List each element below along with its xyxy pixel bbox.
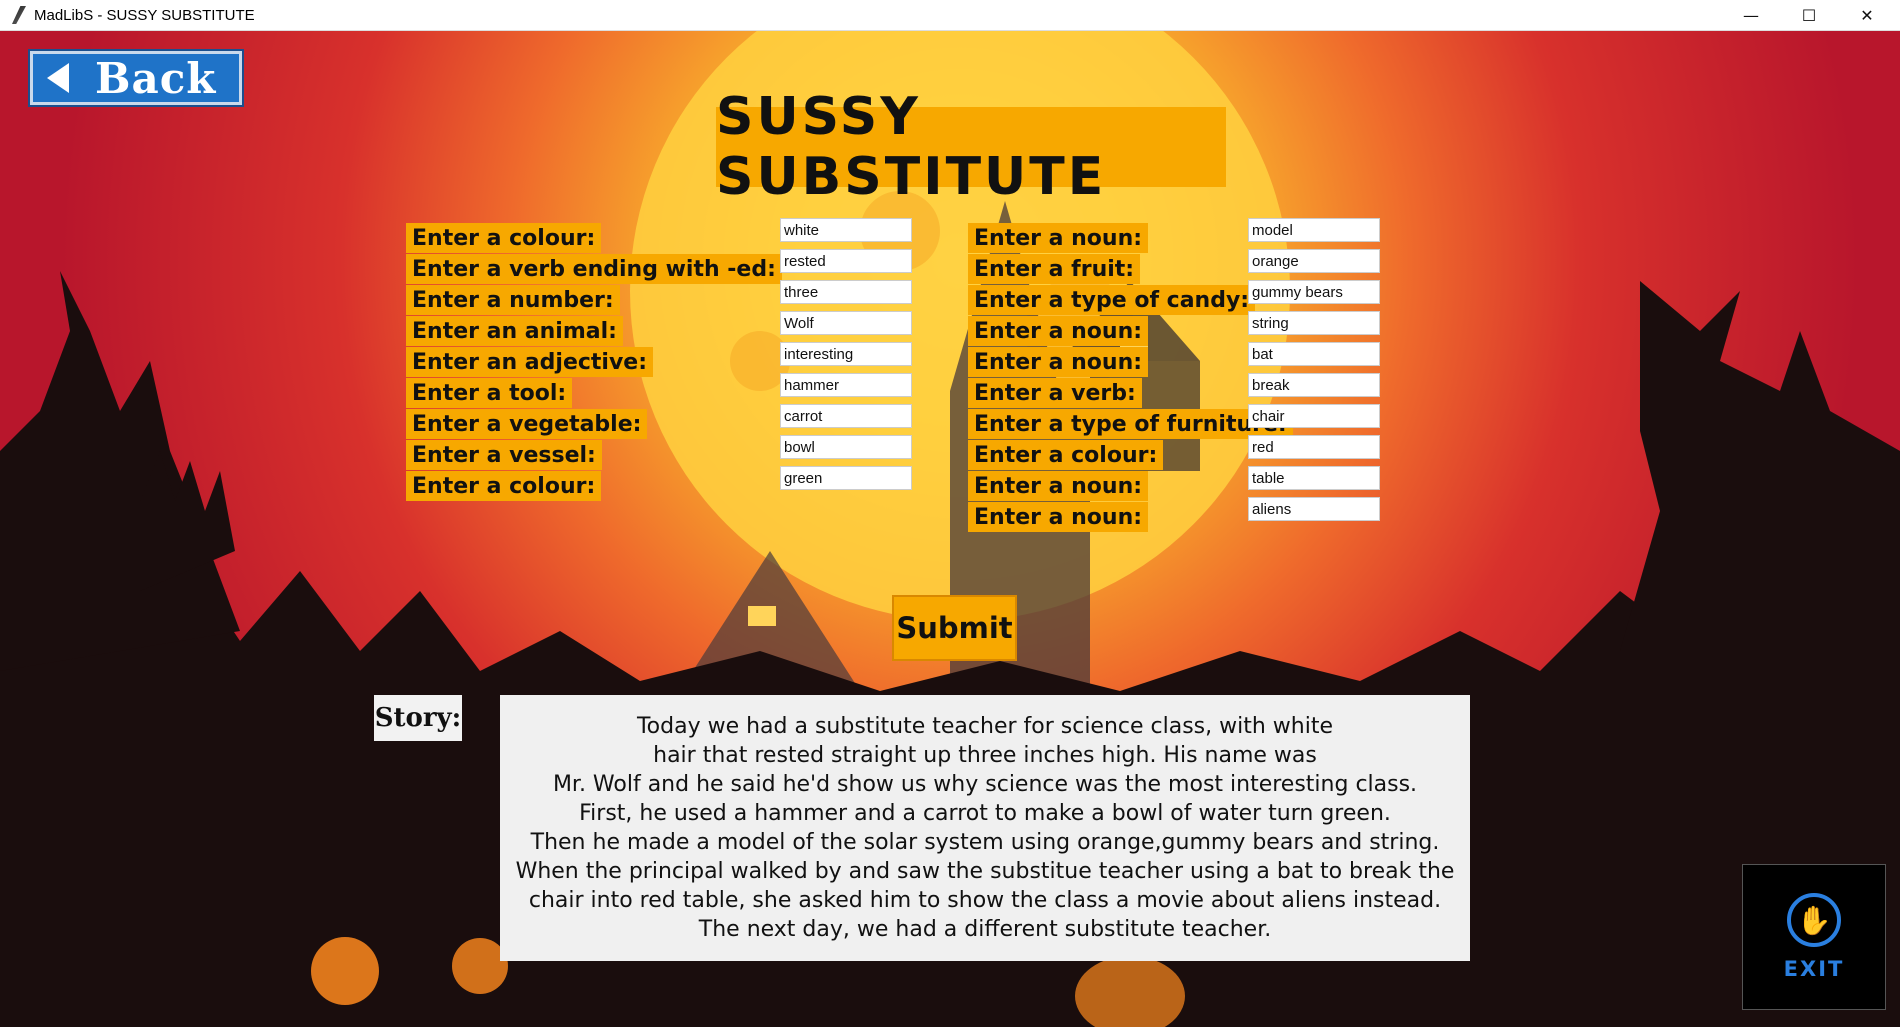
right-label-7: Enter a colour:	[968, 440, 1164, 470]
right-label-9: Enter a noun:	[968, 502, 1149, 532]
story-line: hair that rested straight up three inche…	[653, 743, 1317, 768]
left-input-0[interactable]	[780, 218, 912, 242]
right-label-0: Enter a noun:	[968, 223, 1149, 253]
right-input-1[interactable]	[1248, 249, 1380, 273]
story-line: Today we had a substitute teacher for sc…	[636, 714, 1334, 739]
left-label-2: Enter a number:	[406, 285, 620, 315]
left-input-5[interactable]	[780, 373, 912, 397]
left-label-1: Enter a verb ending with -ed:	[406, 254, 782, 284]
left-label-6: Enter a vegetable:	[406, 409, 648, 439]
right-label-5: Enter a verb:	[968, 378, 1142, 408]
window-title: MadLibS - SUSSY SUBSTITUTE	[34, 6, 255, 24]
hand-stop-icon: ✋	[1787, 893, 1841, 947]
submit-button[interactable]: Submit	[892, 595, 1017, 661]
left-label-8: Enter a colour:	[406, 471, 602, 501]
story-label: Story:	[374, 695, 462, 741]
right-label-3: Enter a noun:	[968, 316, 1149, 346]
left-label-5: Enter a tool:	[406, 378, 573, 408]
left-input-7[interactable]	[780, 435, 912, 459]
left-label-0: Enter a colour:	[406, 223, 602, 253]
left-label-4: Enter an adjective:	[406, 347, 654, 377]
left-input-3[interactable]	[780, 311, 912, 335]
left-label-7: Enter a vessel:	[406, 440, 602, 470]
page-title: SUSSY SUBSTITUTE	[716, 87, 1226, 207]
story-line: When the principal walked by and saw the…	[515, 859, 1455, 884]
right-input-0[interactable]	[1248, 218, 1380, 242]
right-input-4[interactable]	[1248, 342, 1380, 366]
left-input-6[interactable]	[780, 404, 912, 428]
minimize-button[interactable]: —	[1722, 0, 1780, 31]
maximize-button[interactable]: ☐	[1780, 0, 1838, 31]
right-input-2[interactable]	[1248, 280, 1380, 304]
right-label-2: Enter a type of candy:	[968, 285, 1256, 315]
app-canvas: Back SUSSY SUBSTITUTE Enter a colour:Ent…	[0, 31, 1900, 1027]
back-button-label: Back	[95, 53, 217, 103]
exit-button[interactable]: ✋ EXIT	[1742, 864, 1886, 1010]
back-button[interactable]: Back	[30, 51, 242, 105]
story-line: Mr. Wolf and he said he'd show us why sc…	[552, 772, 1418, 797]
right-input-5[interactable]	[1248, 373, 1380, 397]
story-line: First, he used a hammer and a carrot to …	[579, 801, 1391, 826]
right-input-9[interactable]	[1248, 497, 1380, 521]
right-label-8: Enter a noun:	[968, 471, 1149, 501]
left-input-2[interactable]	[780, 280, 912, 304]
right-label-4: Enter a noun:	[968, 347, 1149, 377]
right-label-6: Enter a type of furniture:	[968, 409, 1293, 439]
arrow-left-icon	[47, 63, 69, 93]
right-label-1: Enter a fruit:	[968, 254, 1141, 284]
story-line: The next day, we had a different substit…	[698, 917, 1272, 942]
left-label-3: Enter an animal:	[406, 316, 623, 346]
exit-button-label: EXIT	[1783, 957, 1845, 981]
right-input-3[interactable]	[1248, 311, 1380, 335]
close-button[interactable]: ✕	[1838, 0, 1896, 31]
feather-icon	[12, 6, 26, 24]
story-box: Today we had a substitute teacher for sc…	[500, 695, 1470, 961]
story-line: Then he made a model of the solar system…	[530, 830, 1440, 855]
window-titlebar: MadLibS - SUSSY SUBSTITUTE — ☐ ✕	[0, 0, 1900, 31]
left-input-4[interactable]	[780, 342, 912, 366]
story-line: chair into red table, she asked him to s…	[528, 888, 1442, 913]
right-input-8[interactable]	[1248, 466, 1380, 490]
left-input-1[interactable]	[780, 249, 912, 273]
right-input-6[interactable]	[1248, 404, 1380, 428]
right-input-7[interactable]	[1248, 435, 1380, 459]
left-input-8[interactable]	[780, 466, 912, 490]
